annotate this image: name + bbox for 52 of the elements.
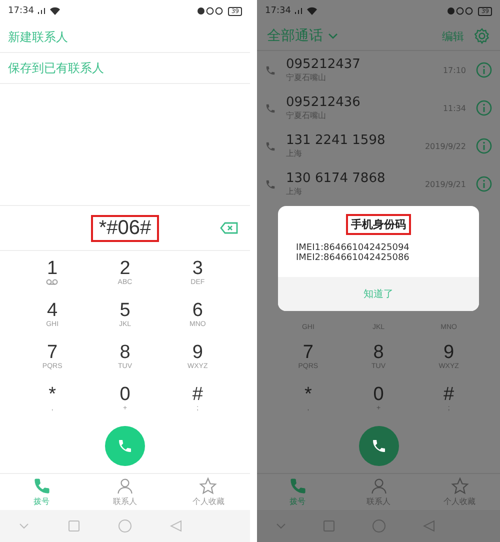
person-icon (116, 477, 134, 495)
signal-icon (36, 7, 47, 15)
person-icon (370, 477, 388, 495)
wifi-icon (306, 7, 317, 15)
dialed-number: *#06# (90, 214, 160, 242)
square-icon[interactable] (322, 520, 334, 532)
tab[interactable]: 联系人 (83, 474, 167, 510)
phone-icon (288, 477, 306, 495)
call-number: 095212437 (286, 57, 362, 72)
voicemail-icon (46, 279, 58, 285)
back-triangle-icon[interactable] (170, 520, 182, 532)
chevron-down-icon[interactable] (276, 523, 286, 529)
dialog-ok-button[interactable]: 知道了 (278, 277, 479, 311)
phone-icon (117, 438, 133, 454)
call-number: 095212436 (286, 95, 362, 110)
star-icon (450, 477, 468, 495)
call-log-icon (265, 178, 276, 190)
dialog-title: 手机身份码 (346, 214, 411, 235)
info-icon[interactable] (476, 100, 492, 116)
circle-icon[interactable] (118, 519, 132, 533)
info-icon[interactable] (476, 176, 492, 192)
status-time: 17:34 (265, 6, 291, 16)
info-icon[interactable] (476, 138, 492, 154)
imei-line: IMEI2:864661042425086 (296, 253, 410, 263)
phone-icon (370, 438, 386, 454)
call-button[interactable] (358, 426, 398, 466)
tab[interactable]: 拨号 (0, 474, 84, 510)
menu-item[interactable]: 保存到已有联系人 (0, 53, 250, 84)
tab[interactable]: 个人收藏 (166, 474, 250, 510)
menu-item[interactable]: 新建联系人 (0, 22, 250, 53)
imei-line: IMEI1:864661042425094 (296, 243, 410, 253)
chevron-down-icon[interactable] (19, 523, 30, 529)
back-triangle-icon[interactable] (422, 520, 434, 532)
dial-key[interactable]: 1 (16, 251, 89, 293)
call-log-icon (265, 64, 276, 76)
call-log-icon (265, 102, 276, 114)
status-icons (447, 7, 476, 15)
call-number: 131 2241 1598 (286, 133, 386, 148)
phone-icon (32, 477, 51, 495)
status-icons (197, 7, 226, 15)
signal-icon (294, 7, 304, 15)
call-log-icon (265, 140, 276, 152)
wifi-icon (50, 7, 60, 15)
info-icon[interactable] (476, 62, 492, 78)
caret-icon (328, 33, 338, 39)
backspace-icon[interactable] (220, 222, 238, 234)
star-icon (199, 477, 218, 495)
call-number: 130 6174 7868 (286, 171, 386, 186)
status-time: 17:34 (8, 6, 34, 16)
square-icon[interactable] (68, 520, 80, 532)
circle-icon[interactable] (372, 519, 386, 533)
settings-icon[interactable] (474, 28, 490, 44)
